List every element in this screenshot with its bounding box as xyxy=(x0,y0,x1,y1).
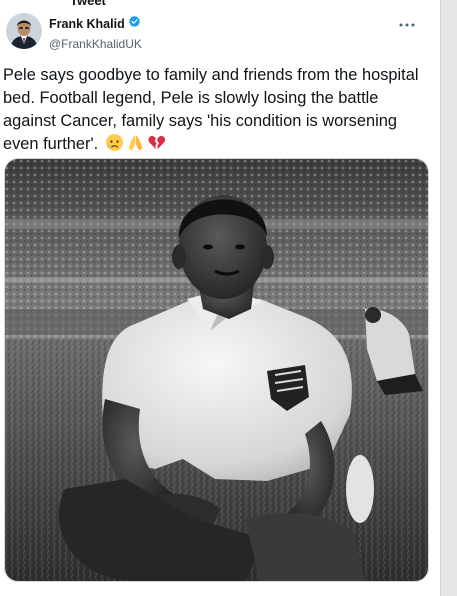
folded-hands-icon xyxy=(126,133,145,159)
tweet-card: Tweet Frank Khalid @FrankKhalidUK Pele s… xyxy=(0,0,441,596)
crying-face-icon xyxy=(105,133,124,159)
verified-badge-icon xyxy=(128,15,141,33)
author-name[interactable]: Frank Khalid xyxy=(49,17,125,31)
more-options-icon[interactable] xyxy=(393,18,421,32)
tweet-text: Pele says goodbye to family and friends … xyxy=(3,64,428,159)
tweet-body: Pele says goodbye to family and friends … xyxy=(3,66,419,153)
tweet-photo[interactable] xyxy=(4,158,429,582)
author-handle[interactable]: @FrankKhalidUK xyxy=(49,37,142,51)
author-info: Frank Khalid @FrankKhalidUK xyxy=(49,15,142,51)
broken-heart-icon xyxy=(147,133,166,159)
avatar[interactable] xyxy=(6,13,42,49)
page-title: Tweet xyxy=(70,0,106,8)
